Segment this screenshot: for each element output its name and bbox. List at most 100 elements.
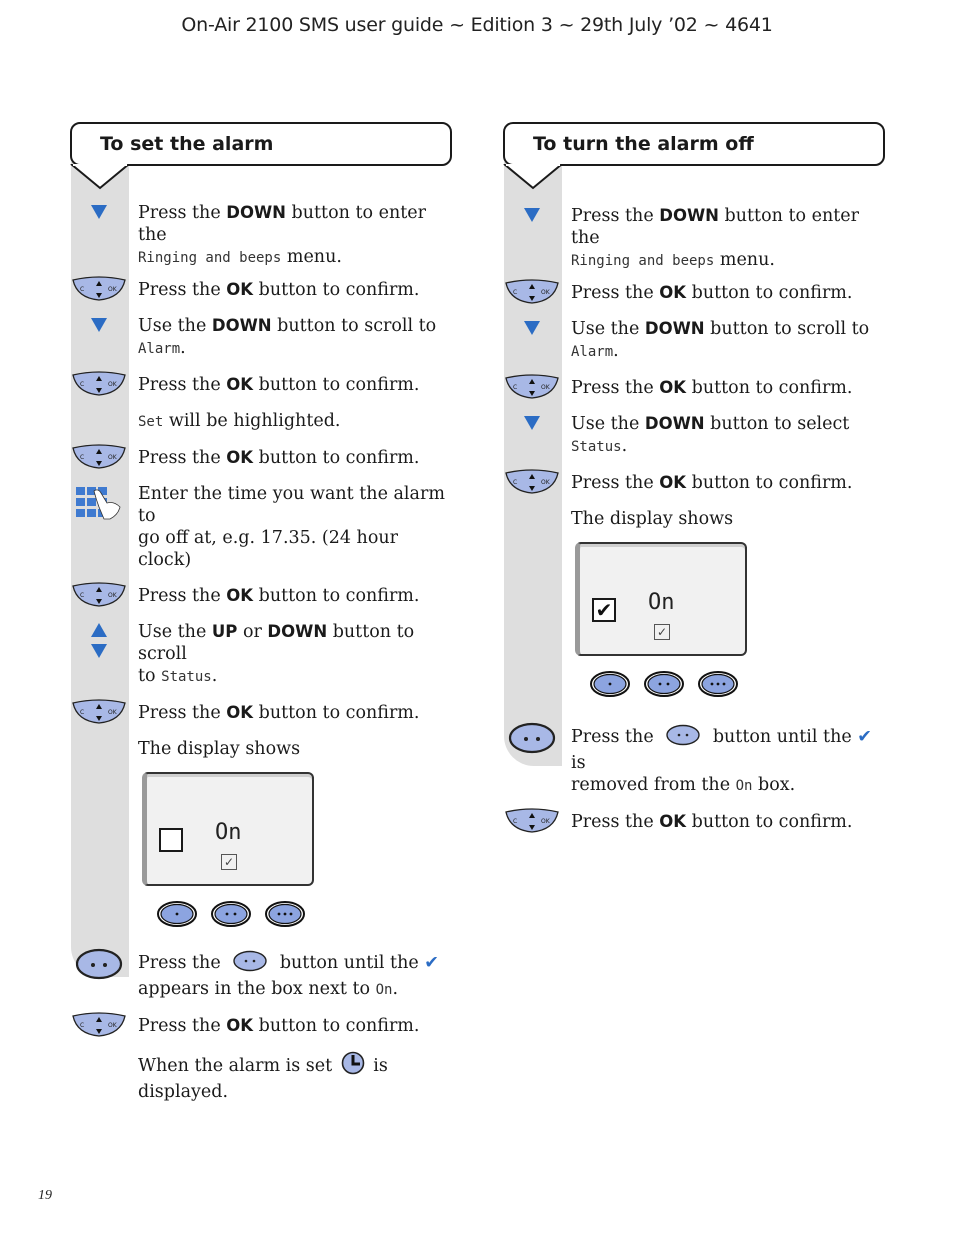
step: Press the OK button to confirm. (70, 702, 452, 724)
step: Use the DOWN button to scroll to Alarm. (70, 315, 452, 360)
step: Press the OK button to confirm. (503, 472, 885, 494)
ok-navigation-key-icon (503, 279, 561, 305)
step-text: Press the (138, 280, 227, 300)
step-text: button to confirm. (253, 375, 420, 395)
step-text: button to confirm. (686, 283, 853, 303)
key-name: DOWN (226, 203, 286, 222)
lcd-text: Set (138, 414, 164, 430)
section-title: To set the alarm (100, 133, 274, 155)
step-text: Press the (138, 1016, 227, 1036)
ok-navigation-key-icon (70, 444, 128, 470)
step: The display shows (70, 738, 452, 760)
step-text: . (621, 436, 628, 456)
display-label: On (215, 820, 242, 845)
step-text: button to confirm. (253, 280, 420, 300)
step-text: Press the (138, 448, 227, 468)
step-text: Press the (571, 812, 660, 832)
step-text: Use the (571, 319, 645, 339)
checkbox-empty (159, 828, 183, 852)
softkeys (156, 900, 452, 928)
lcd-text: On (375, 982, 393, 998)
down-arrow-icon (503, 320, 561, 336)
step-text: removed from the (571, 775, 736, 795)
step-text: to (138, 666, 162, 686)
step-text: When the alarm is set (138, 1056, 338, 1076)
step-text: box. (752, 775, 796, 795)
step: Press the OK button to confirm. (503, 377, 885, 399)
two-dot-softkey-icon (232, 950, 268, 978)
step-text: . (613, 341, 619, 361)
step-text: . (180, 338, 186, 358)
display-illustration: On ✓ (70, 772, 452, 928)
step: Press the OK button to confirm. (70, 447, 452, 469)
lcd-text: Status (571, 439, 622, 455)
step: Use the DOWN button to select Status. (503, 413, 885, 458)
key-name: OK (226, 703, 254, 722)
step-text: button to confirm. (686, 473, 853, 493)
ok-navigation-key-icon (70, 582, 128, 608)
key-name: DOWN (659, 206, 719, 225)
section-title: To turn the alarm off (533, 133, 754, 155)
step: Press the button until the ✔ is removed … (503, 724, 885, 797)
step: Use the UP or DOWN button to scroll to S… (70, 621, 452, 688)
ok-navigation-key-icon (503, 374, 561, 400)
step: Press the OK button to confirm. (70, 1015, 452, 1037)
step-text: menu. (714, 250, 775, 270)
alarm-clock-icon (341, 1051, 365, 1081)
lcd-text: Alarm (571, 344, 614, 360)
two-dot-softkey-icon (70, 948, 128, 980)
key-name: DOWN (644, 319, 705, 338)
step-text: Press the (138, 203, 227, 223)
key-name: OK (659, 378, 687, 397)
step-text: Use the (571, 414, 645, 434)
step: When the alarm is set is displayed. (70, 1051, 452, 1103)
step: Press the OK button to confirm. (503, 282, 885, 304)
step: Press the OK button to confirm. (70, 585, 452, 607)
lcd-text: Status (161, 669, 212, 685)
step-text: button to confirm. (253, 1016, 420, 1036)
step-text: The display shows (571, 509, 734, 529)
step-text: . (392, 979, 399, 999)
key-name: DOWN (644, 414, 705, 433)
softkeys (589, 670, 885, 698)
turn-alarm-off-section: To turn the alarm off Press the DOWN but… (503, 122, 885, 833)
step-text: button until the (274, 953, 425, 973)
ok-navigation-key-icon (503, 808, 561, 834)
three-dot-softkey-icon[interactable] (264, 900, 306, 928)
step-text: Use the (138, 622, 212, 642)
step-text: go off at, e.g. 17.35. (24 hour clock) (138, 528, 398, 570)
key-name: OK (226, 280, 254, 299)
tick-icon: ✓ (221, 854, 237, 870)
lcd-text: On (735, 778, 753, 794)
step-text: button to confirm. (686, 378, 853, 398)
one-dot-softkey-icon[interactable] (589, 670, 631, 698)
lcd-text: Ringing and beeps (571, 253, 715, 269)
tick-icon: ✓ (654, 624, 670, 640)
ok-navigation-key-icon (70, 699, 128, 725)
one-dot-softkey-icon[interactable] (156, 900, 198, 928)
step-text: Use the (138, 316, 212, 336)
step-text: will be highlighted. (163, 411, 341, 431)
up-down-arrows-icon (70, 622, 128, 659)
down-arrow-icon (503, 207, 561, 223)
key-name: OK (226, 586, 254, 605)
down-arrow-icon (503, 415, 561, 431)
step-text: button to scroll to (704, 319, 870, 339)
two-dot-softkey-icon[interactable] (643, 670, 685, 698)
step-text: menu. (281, 247, 342, 267)
display-label: On (648, 590, 675, 615)
step-text: button until the (707, 727, 858, 747)
two-dot-softkey-icon (665, 724, 701, 752)
step-text: Press the (138, 703, 227, 723)
page-number: 19 (38, 1188, 52, 1203)
two-dot-softkey-icon[interactable] (210, 900, 252, 928)
down-arrow-icon (70, 204, 128, 220)
check-icon: ✔ (424, 953, 439, 973)
step-text: Press the (571, 727, 660, 747)
step: Press the button until the ✔ appears in … (70, 950, 452, 1001)
keypad-icon (70, 485, 128, 521)
step: Press the DOWN button to enter the Ringi… (70, 202, 452, 269)
phone-display: On ✓ (142, 772, 314, 886)
three-dot-softkey-icon[interactable] (697, 670, 739, 698)
ok-navigation-key-icon (70, 276, 128, 302)
